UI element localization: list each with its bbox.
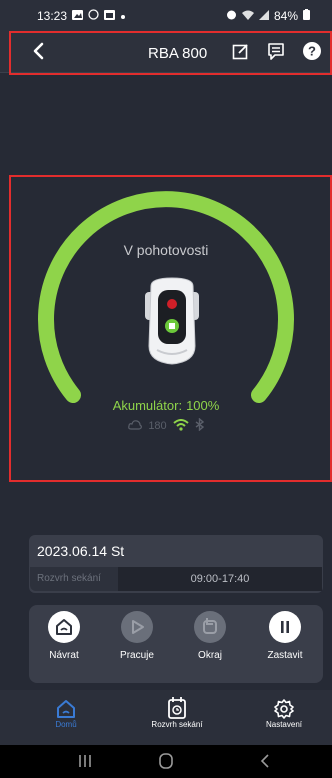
recent-apps-icon [79, 755, 91, 767]
connectivity-row: 180 [0, 417, 332, 434]
tab-schedule-label: Rozvrh sekání [151, 720, 203, 729]
back-nav-button[interactable] [254, 752, 278, 770]
work-label: Pracuje [120, 650, 154, 661]
battery-status: Akumulátor: 100% [0, 398, 332, 413]
home-icon [56, 619, 72, 635]
tab-schedule[interactable]: Rozvrh sekání [137, 692, 217, 729]
schedule-time: 09:00-17:40 [190, 573, 250, 585]
play-icon [132, 620, 144, 634]
battery-separator: : [178, 398, 183, 413]
schedule-date: 2023.06.14 St [37, 543, 125, 559]
home-tab-icon [57, 700, 75, 718]
wifi-icon [173, 418, 189, 434]
back-chevron-icon [260, 754, 269, 768]
stop-button[interactable]: Zastavit [255, 611, 315, 661]
tab-settings-label: Nastavení [265, 720, 303, 729]
gear-icon [274, 699, 294, 719]
recent-apps-button[interactable] [73, 752, 97, 770]
mower-image [145, 277, 199, 365]
battery-label: Akumulátor [112, 398, 179, 413]
work-button[interactable]: Pracuje [107, 611, 167, 661]
edge-button[interactable]: Okraj [180, 611, 240, 661]
mower-status-text: V pohotovosti [123, 242, 209, 258]
edge-label: Okraj [198, 650, 222, 661]
battery-value: 100% [186, 398, 220, 413]
home-circle-icon [159, 753, 173, 769]
edge-cut-icon [203, 618, 217, 634]
bluetooth-icon [195, 417, 204, 434]
tab-home[interactable]: Domů [26, 692, 106, 729]
tab-settings[interactable]: Nastavení [244, 692, 324, 729]
pause-icon [281, 621, 289, 633]
stop-label: Zastavit [267, 650, 303, 661]
return-home-button[interactable]: Návrat [34, 611, 94, 661]
home-nav-button[interactable] [154, 752, 178, 770]
return-home-label: Návrat [49, 650, 79, 661]
signal-value: 180 [148, 420, 167, 432]
schedule-label: Rozvrh sekání [37, 573, 101, 584]
cloud-icon [128, 419, 143, 433]
schedule-tab-icon [168, 697, 186, 719]
tab-home-label: Domů [55, 720, 77, 729]
